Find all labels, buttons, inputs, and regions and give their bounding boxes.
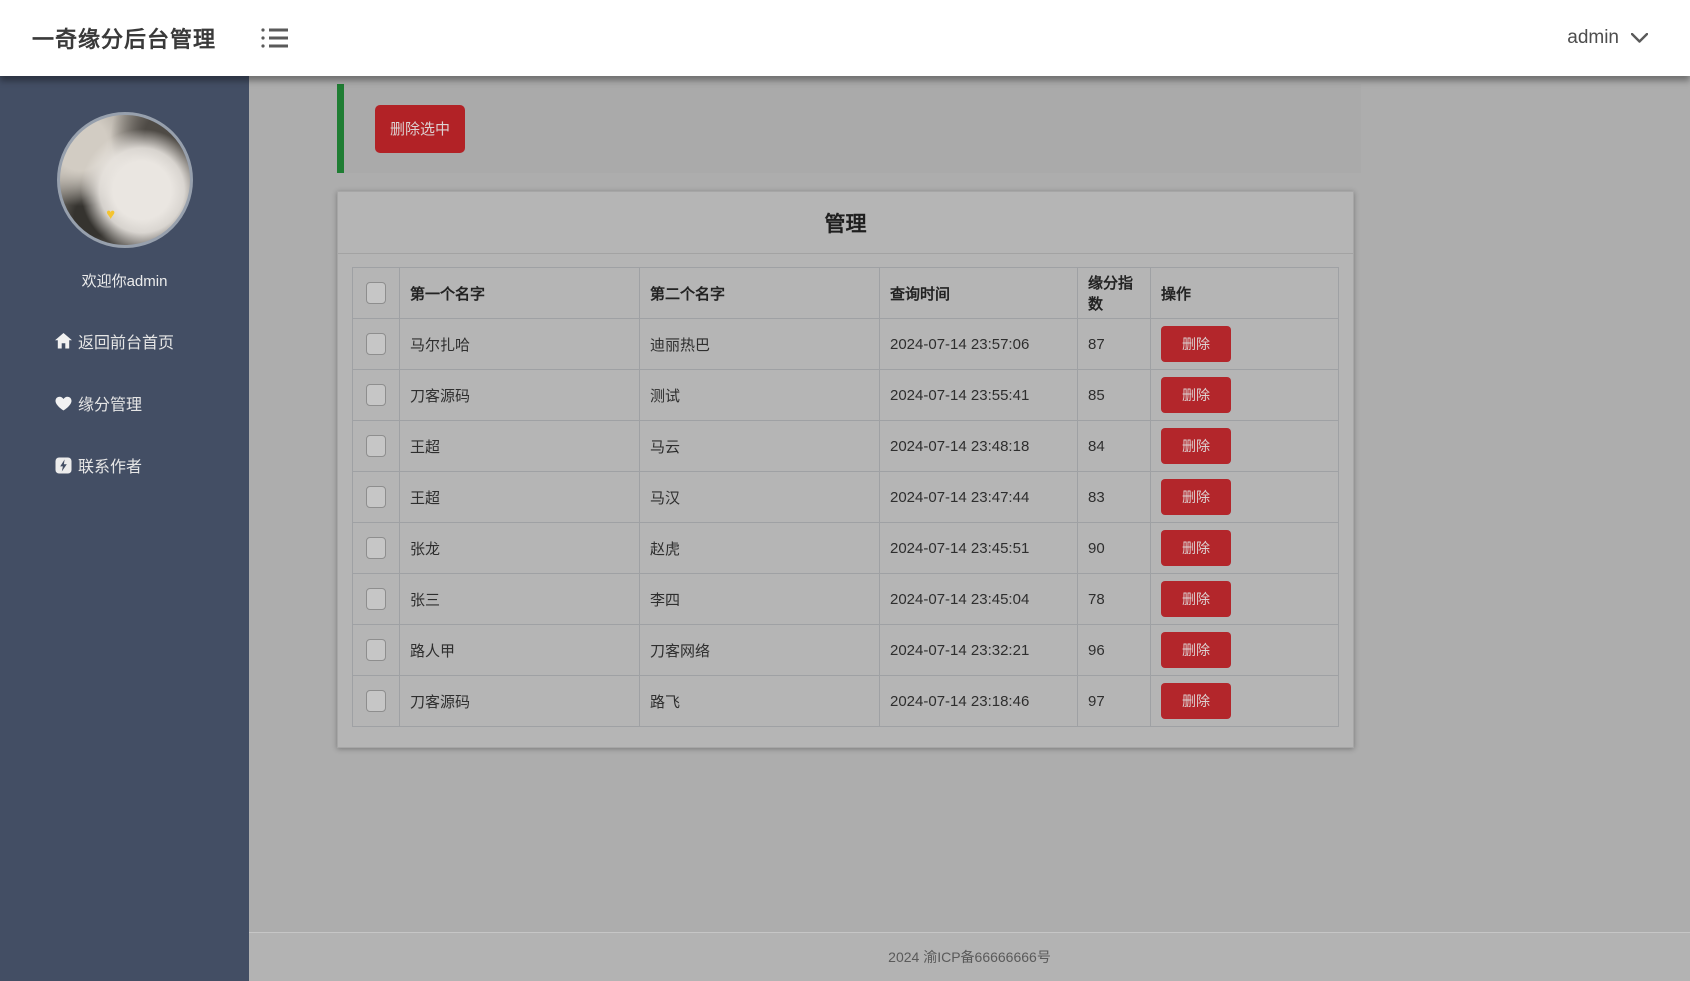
cell-first-name: 刀客源码 (400, 370, 640, 421)
table-row: 马尔扎哈 迪丽热巴 2024-07-14 23:57:06 87 删除 (353, 319, 1339, 370)
column-header-query-time: 查询时间 (880, 268, 1078, 319)
avatar[interactable]: ♥ (57, 112, 193, 248)
sidebar-item-label: 返回前台首页 (78, 329, 174, 353)
sidebar-item-back-to-front[interactable]: 返回前台首页 (0, 315, 249, 367)
row-checkbox[interactable] (366, 384, 386, 406)
fate-records-table: 第一个名字 第二个名字 查询时间 缘分指数 操作 (352, 267, 1339, 727)
row-checkbox[interactable] (366, 537, 386, 559)
row-checkbox[interactable] (366, 690, 386, 712)
delete-row-button[interactable]: 删除 (1161, 377, 1231, 413)
delete-row-button[interactable]: 删除 (1161, 479, 1231, 515)
column-header-first-name: 第一个名字 (400, 268, 640, 319)
table-header-row: 第一个名字 第二个名字 查询时间 缘分指数 操作 (353, 268, 1339, 319)
cell-second-name: 迪丽热巴 (640, 319, 880, 370)
toolbar-panel: 删除选中 (337, 84, 1361, 173)
sidebar-item-fate-management[interactable]: 缘分管理 (0, 377, 249, 429)
table-row: 王超 马汉 2024-07-14 23:47:44 83 删除 (353, 472, 1339, 523)
user-dropdown[interactable]: admin (1567, 27, 1648, 49)
table-row: 张三 李四 2024-07-14 23:45:04 78 删除 (353, 574, 1339, 625)
sidebar-item-label: 缘分管理 (78, 391, 142, 415)
cell-score: 97 (1078, 676, 1151, 727)
column-header-second-name: 第二个名字 (640, 268, 880, 319)
cell-first-name: 马尔扎哈 (400, 319, 640, 370)
cell-second-name: 路飞 (640, 676, 880, 727)
sidebar: ♥ 欢迎你admin 返回前台首页 缘分管理 联系作者 (0, 76, 249, 981)
column-header-score: 缘分指数 (1078, 268, 1151, 319)
delete-selected-button[interactable]: 删除选中 (375, 105, 465, 153)
cell-query-time: 2024-07-14 23:48:18 (880, 421, 1078, 472)
cell-first-name: 王超 (400, 472, 640, 523)
list-icon (260, 25, 290, 51)
cell-second-name: 马汉 (640, 472, 880, 523)
select-all-checkbox[interactable] (366, 282, 386, 304)
cell-score: 96 (1078, 625, 1151, 676)
cell-second-name: 马云 (640, 421, 880, 472)
cell-query-time: 2024-07-14 23:18:46 (880, 676, 1078, 727)
cell-second-name: 刀客网络 (640, 625, 880, 676)
cell-score: 85 (1078, 370, 1151, 421)
cell-first-name: 刀客源码 (400, 676, 640, 727)
row-checkbox[interactable] (366, 435, 386, 457)
icp-record-text: 2024 渝ICP备66666666号 (888, 947, 1051, 967)
cell-second-name: 测试 (640, 370, 880, 421)
row-checkbox[interactable] (366, 588, 386, 610)
cell-query-time: 2024-07-14 23:55:41 (880, 370, 1078, 421)
cell-first-name: 路人甲 (400, 625, 640, 676)
cell-second-name: 李四 (640, 574, 880, 625)
row-checkbox[interactable] (366, 486, 386, 508)
table-row: 王超 马云 2024-07-14 23:48:18 84 删除 (353, 421, 1339, 472)
cell-first-name: 张三 (400, 574, 640, 625)
cell-query-time: 2024-07-14 23:32:21 (880, 625, 1078, 676)
home-icon (55, 333, 72, 349)
sidebar-menu: 返回前台首页 缘分管理 联系作者 (0, 315, 249, 501)
table-row: 刀客源码 路飞 2024-07-14 23:18:46 97 删除 (353, 676, 1339, 727)
delete-row-button[interactable]: 删除 (1161, 530, 1231, 566)
delete-row-button[interactable]: 删除 (1161, 326, 1231, 362)
chevron-down-icon (1631, 33, 1648, 43)
cell-score: 83 (1078, 472, 1151, 523)
row-checkbox[interactable] (366, 639, 386, 661)
delete-row-button[interactable]: 删除 (1161, 581, 1231, 617)
management-card: 管理 第一个名字 第二个名字 查询时间 (337, 191, 1354, 748)
footer: 2024 渝ICP备66666666号 (249, 932, 1690, 981)
cell-first-name: 张龙 (400, 523, 640, 574)
table-row: 路人甲 刀客网络 2024-07-14 23:32:21 96 删除 (353, 625, 1339, 676)
delete-row-button[interactable]: 删除 (1161, 632, 1231, 668)
heart-icon (55, 396, 72, 411)
cell-second-name: 赵虎 (640, 523, 880, 574)
delete-row-button[interactable]: 删除 (1161, 683, 1231, 719)
table-row: 刀客源码 测试 2024-07-14 23:55:41 85 删除 (353, 370, 1339, 421)
row-checkbox[interactable] (366, 333, 386, 355)
cell-query-time: 2024-07-14 23:45:51 (880, 523, 1078, 574)
cell-query-time: 2024-07-14 23:47:44 (880, 472, 1078, 523)
welcome-text: 欢迎你admin (0, 270, 249, 291)
card-title: 管理 (825, 208, 867, 238)
cell-score: 78 (1078, 574, 1151, 625)
heart-emoji-on-avatar: ♥ (106, 206, 115, 223)
sidebar-item-contact-author[interactable]: 联系作者 (0, 439, 249, 491)
sidebar-item-label: 联系作者 (78, 453, 142, 477)
cell-score: 87 (1078, 319, 1151, 370)
column-header-actions: 操作 (1151, 268, 1339, 319)
main-content: 删除选中 管理 第一个名字 (249, 76, 1690, 932)
cell-query-time: 2024-07-14 23:57:06 (880, 319, 1078, 370)
delete-row-button[interactable]: 删除 (1161, 428, 1231, 464)
card-header: 管理 (338, 192, 1353, 254)
app-title: 一奇缘分后台管理 (32, 22, 216, 54)
cell-query-time: 2024-07-14 23:45:04 (880, 574, 1078, 625)
cell-score: 84 (1078, 421, 1151, 472)
top-navbar: 一奇缘分后台管理 admin (0, 0, 1690, 76)
table-row: 张龙 赵虎 2024-07-14 23:45:51 90 删除 (353, 523, 1339, 574)
bolt-icon (55, 457, 72, 474)
cell-score: 90 (1078, 523, 1151, 574)
username-label: admin (1567, 27, 1619, 49)
sidebar-toggle-button[interactable] (260, 25, 290, 51)
cell-first-name: 王超 (400, 421, 640, 472)
